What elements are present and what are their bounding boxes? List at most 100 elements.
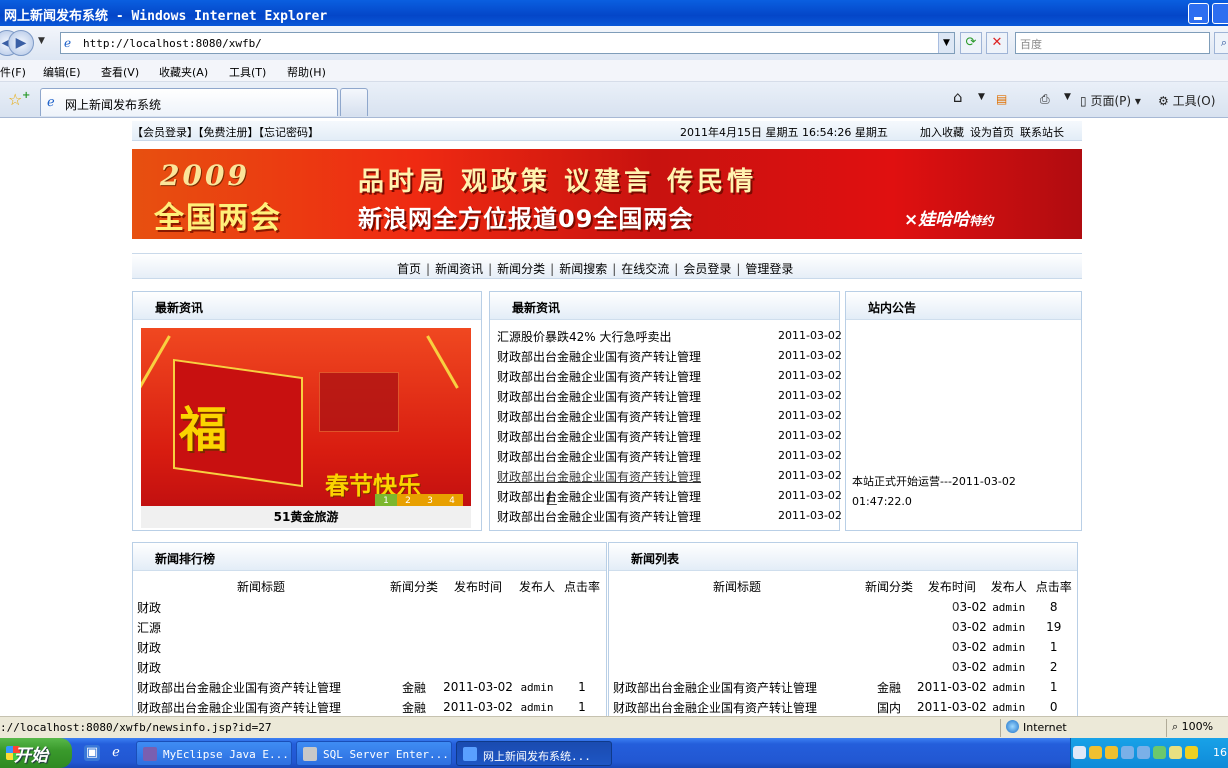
cell-title[interactable]: 财政部出台金融企业国有资产转让管理	[137, 677, 385, 697]
print-dropdown-icon[interactable]: ▼	[1064, 92, 1071, 102]
nav-category[interactable]: 新闻分类	[497, 262, 545, 276]
new-tab-button[interactable]	[340, 88, 368, 116]
news-title-link[interactable]: 财政部出台金融企业国有资产转让管理	[497, 468, 701, 485]
list-item[interactable]: 财政部出台金融企业国有资产转让管理 2011-03-02	[497, 366, 842, 386]
list-item-hovered[interactable]: 财政部出台金融企业国有资产转让管理 2011-03-02	[497, 466, 842, 486]
tray-app-icon[interactable]	[1153, 746, 1166, 759]
cell-title[interactable]: 财政部出台金融企业国有资产转让管理	[137, 697, 385, 716]
window-titlebar[interactable]: 网上新闻发布系统 - Windows Internet Explorer	[0, 0, 1228, 26]
address-bar[interactable]: ℯ http://localhost:8080/xwfb/ ▼	[60, 32, 955, 54]
task-ie-news[interactable]: 网上新闻发布系统...	[456, 741, 612, 766]
register-link[interactable]: 【免费注册】	[198, 126, 259, 139]
nav-chat[interactable]: 在线交流	[621, 262, 669, 276]
image-page-4[interactable]: 4	[441, 494, 463, 506]
image-fu-character: 福	[179, 402, 228, 458]
nav-member-login[interactable]: 会员登录	[683, 262, 731, 276]
task-sql-server[interactable]: SQL Server Enter...	[296, 741, 452, 766]
spring-festival-image[interactable]: 福 春节快乐 1234	[141, 328, 471, 506]
tray-network-icon-2[interactable]	[1137, 746, 1150, 759]
rss-icon[interactable]: ▤	[996, 92, 1007, 106]
list-item[interactable]: 财政部出台金融企业国有资产转让管理 2011-03-02	[497, 386, 842, 406]
menu-file[interactable]: 件(F)	[0, 64, 26, 80]
image-page-2[interactable]: 2	[397, 494, 419, 506]
list-item[interactable]: 财政部出台金融企业国有资产转让管理 2011-03-02	[497, 446, 842, 466]
home-icon[interactable]: ⌂	[953, 88, 963, 106]
zoom-level[interactable]: ⌕ 100%	[1172, 720, 1213, 734]
tray-smiley-icon[interactable]	[1185, 746, 1198, 759]
nav-admin-login[interactable]: 管理登录	[745, 262, 793, 276]
stop-button[interactable]: ✕	[986, 32, 1008, 54]
clock[interactable]: 16	[1213, 746, 1227, 759]
nav-search[interactable]: 新闻搜索	[559, 262, 607, 276]
menu-edit[interactable]: 编辑(E)	[43, 64, 81, 80]
news-title[interactable]: 汇源股价暴跌42% 大行急呼卖出	[497, 328, 672, 345]
tray-arrow-icon[interactable]	[1073, 746, 1086, 759]
banner-image[interactable]: 2009 全国两会 品时局 观政策 议建言 传民情 新浪网全方位报道09全国两会…	[132, 149, 1082, 239]
forward-button[interactable]: ▶	[8, 30, 34, 56]
forgot-password-link[interactable]: 【忘记密码】	[259, 126, 320, 139]
cell-title[interactable]: 财政部出台金融企业国有资产转让管理	[613, 697, 861, 716]
history-dropdown-icon[interactable]: ▼	[38, 36, 45, 46]
tools-menu-button[interactable]: ⚙ 工具(O)	[1158, 92, 1215, 109]
table-row[interactable]: 财政部出台金融企业国有资产转让管理 金融 2011-03-02 admin 1	[137, 677, 603, 697]
add-favorite-link[interactable]: 加入收藏	[920, 126, 964, 139]
home-dropdown-icon[interactable]: ▼	[978, 92, 985, 102]
image-caption[interactable]: 51黄金旅游	[141, 506, 471, 528]
ie-quicklaunch-icon[interactable]: ℯ	[108, 745, 124, 761]
set-homepage-link[interactable]: 设为首页	[970, 126, 1014, 139]
print-icon[interactable]: ⎙	[1040, 92, 1050, 107]
address-url[interactable]: http://localhost:8080/xwfb/	[83, 37, 262, 50]
list-item[interactable]: 汇源股价暴跌42% 大行急呼卖出 2011-03-02	[497, 326, 842, 346]
table-header-row: 新闻标题 新闻分类 发布时间 发布人 点击率	[137, 575, 603, 597]
list-item[interactable]: 财政部出台金融企业国有资产转让管理 2011-03-02	[497, 506, 842, 526]
menu-favorites[interactable]: 收藏夹(A)	[159, 64, 208, 80]
search-input[interactable]: 百度	[1015, 32, 1210, 54]
col-title: 新闻标题	[712, 579, 761, 594]
tray-app-icon-2[interactable]	[1169, 746, 1182, 759]
refresh-button[interactable]: ⟳	[960, 32, 982, 54]
news-title[interactable]: 财政部出台金融企业国有资产转让管理	[497, 428, 701, 445]
list-item[interactable]: 财政部出台金融企业国有资产转让管理 2011-03-02	[497, 346, 842, 366]
table-row[interactable]: 财政部出台金融企业国有资产转让管理 金融 2011-03-02 admin 1	[137, 697, 603, 716]
news-title[interactable]: 财政部出台金融企业国有资产转让管理	[497, 408, 701, 425]
news-title[interactable]: 财政部出台金融企业国有资产转让管理	[497, 348, 701, 365]
news-title[interactable]: 财政部出台金融企业国有资产转让管理	[497, 508, 701, 525]
image-page-1[interactable]: 1	[375, 494, 397, 506]
news-title[interactable]: 财政部出台金融企业国有资产转让管理	[497, 388, 701, 405]
news-date: 2011-03-02	[778, 449, 842, 462]
member-login-link[interactable]: 【会员登录】	[132, 126, 198, 139]
news-title[interactable]: 财政部出台金融企业国有资产转让管理	[497, 368, 701, 385]
announcement-text[interactable]: 本站正式开始运营---2011-03-02 01:47:22.0	[852, 472, 1072, 512]
contact-admin-link[interactable]: 联系站长	[1020, 126, 1064, 139]
maximize-button[interactable]	[1212, 3, 1228, 24]
tray-network-icon[interactable]	[1121, 746, 1134, 759]
tray-qq-icon[interactable]	[1089, 746, 1102, 759]
nav-news[interactable]: 新闻资讯	[435, 262, 483, 276]
task-label: MyEclipse Java E...	[163, 748, 289, 761]
news-title[interactable]: 财政部出台金融企业国有资产转让管理	[497, 448, 701, 465]
favorites-star-icon[interactable]: ☆	[8, 90, 22, 109]
tab-current[interactable]: ℯ 网上新闻发布系统	[40, 88, 338, 116]
menu-view[interactable]: 查看(V)	[101, 64, 139, 80]
menu-tools[interactable]: 工具(T)	[229, 64, 266, 80]
nav-home[interactable]: 首页	[397, 262, 421, 276]
show-desktop-icon[interactable]: ▣	[84, 745, 100, 761]
start-button[interactable]: 开始	[0, 738, 72, 768]
minimize-button[interactable]	[1188, 3, 1209, 24]
add-favorite-icon[interactable]: +	[22, 90, 30, 101]
list-item[interactable]: 财政部出台金融企业国有资产转让管理 2011-03-02	[497, 426, 842, 446]
cell-title[interactable]: 财政部出台金融企业国有资产转让管理	[613, 677, 861, 697]
image-page-3[interactable]: 3	[419, 494, 441, 506]
task-myeclipse[interactable]: MyEclipse Java E...	[136, 741, 292, 766]
search-icon[interactable]: ⌕	[1214, 32, 1228, 54]
tray-qq-icon-2[interactable]	[1105, 746, 1118, 759]
list-item[interactable]: 财政部出台金融企业国有资产转让管理 2011-03-02	[497, 406, 842, 426]
table-row[interactable]: 财政部出台金融企业国有资产转让管理 国内 2011-03-02 admin 0	[613, 697, 1077, 716]
page-menu-button[interactable]: ▯ 页面(P) ▾	[1080, 92, 1141, 109]
address-dropdown-icon[interactable]: ▼	[938, 33, 954, 53]
table-row[interactable]: 财政部出台金融企业国有资产转让管理 金融 2011-03-02 admin 1	[613, 677, 1077, 697]
menu-help[interactable]: 帮助(H)	[287, 64, 326, 80]
news-title[interactable]: 财政部出台金融企业国有资产转让管理	[497, 488, 701, 505]
col-author: 发布人	[518, 579, 555, 594]
security-zone[interactable]: Internet	[1006, 720, 1067, 734]
